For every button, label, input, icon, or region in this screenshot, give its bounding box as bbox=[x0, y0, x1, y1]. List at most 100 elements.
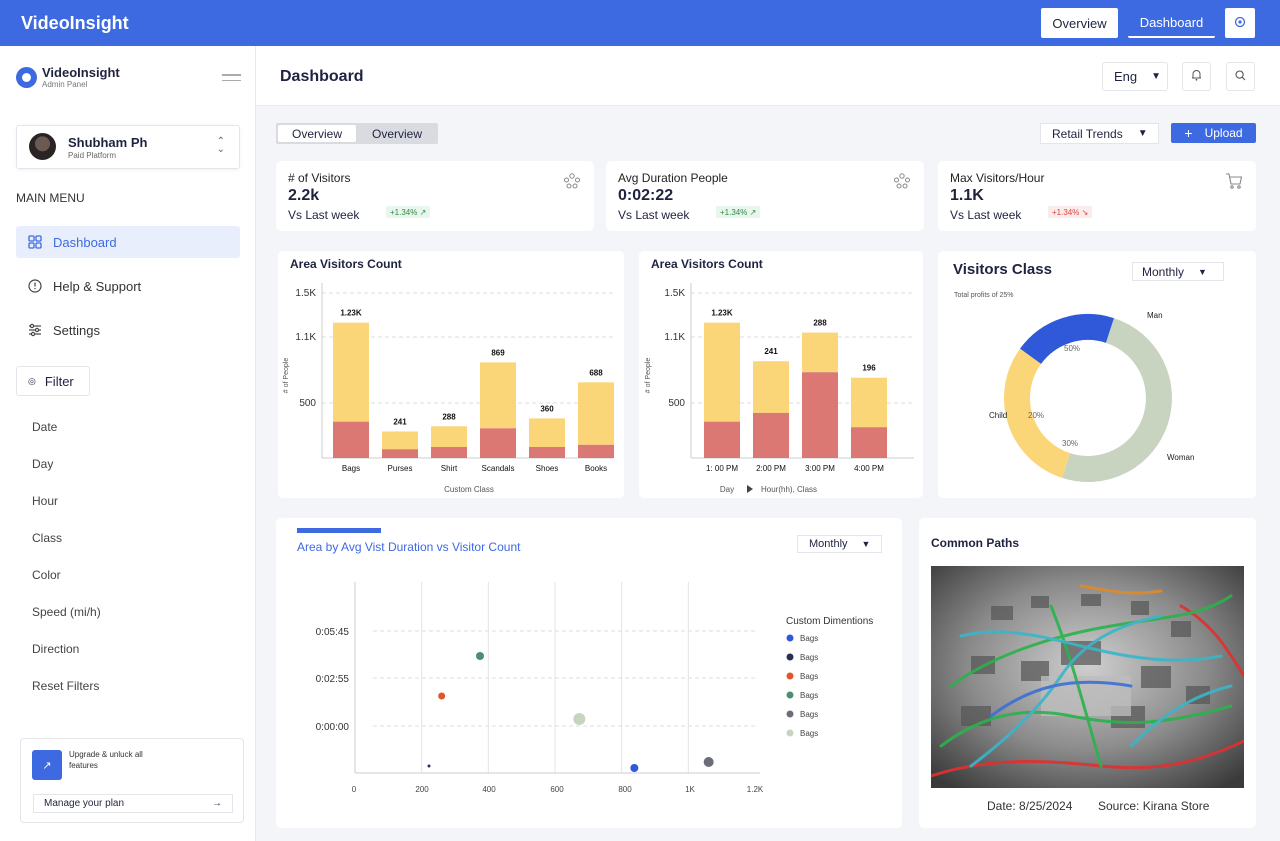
sidebar-item-help[interactable]: Help & Support bbox=[16, 270, 240, 302]
upgrade-text: Upgrade & unluck all features bbox=[69, 750, 143, 770]
legend-label: Bags bbox=[800, 691, 818, 700]
filter-speed[interactable]: Speed (mi/h) bbox=[32, 605, 101, 619]
arrow-right-icon: → bbox=[212, 798, 222, 809]
x-axis-label: Custom Class bbox=[444, 485, 494, 494]
filter-hour[interactable]: Hour bbox=[32, 494, 58, 508]
bar-bottom-segment bbox=[753, 412, 789, 458]
x-tick-label: 0 bbox=[352, 785, 357, 794]
language-value: Eng bbox=[1114, 69, 1138, 84]
target-icon: ◎ bbox=[28, 375, 36, 386]
stat-card-max-visitors: Max Visitors/Hour 1.1K Vs Last week +1.3… bbox=[938, 161, 1256, 231]
bar-bottom-segment bbox=[851, 427, 887, 458]
stat-card-visitors: # of Visitors 2.2k Vs Last week +1.34% ↗ bbox=[276, 161, 594, 231]
legend-swatch bbox=[786, 710, 794, 718]
sidebar-item-settings[interactable]: Settings bbox=[16, 314, 240, 346]
people-icon bbox=[892, 171, 912, 194]
menu-toggle-icon[interactable] bbox=[222, 74, 241, 85]
bar-top-segment bbox=[802, 332, 838, 373]
bar-value-label: 869 bbox=[491, 348, 505, 357]
filter-class[interactable]: Class bbox=[32, 531, 62, 545]
filter-button[interactable]: ◎ Filter bbox=[16, 366, 90, 396]
page-title: Dashboard bbox=[280, 68, 364, 85]
y-tick-label: 500 bbox=[668, 398, 685, 409]
filter-direction[interactable]: Direction bbox=[32, 642, 79, 656]
filter-day[interactable]: Day bbox=[32, 457, 53, 471]
settings-button[interactable] bbox=[1225, 8, 1255, 38]
segment-overview-1[interactable]: Overview bbox=[278, 125, 356, 142]
filter-date[interactable]: Date bbox=[32, 420, 57, 434]
language-select[interactable]: Eng ▼ bbox=[1102, 62, 1168, 91]
upload-button[interactable]: + Upload bbox=[1171, 123, 1256, 143]
visitors-class-card: Visitors Class Monthly ▼ Total profits o… bbox=[938, 251, 1256, 498]
donut-chart-svg: Man 50% Woman 30% Child 20% bbox=[989, 311, 1194, 482]
paths-date: Date: 8/25/2024 bbox=[987, 799, 1073, 813]
bar-value-label: 288 bbox=[442, 412, 456, 421]
x-tick-label: 1.2K bbox=[747, 785, 764, 794]
x-tick-label: 3:00 PM bbox=[805, 464, 835, 473]
bar-chart-2-svg: 1.5K 1.1K 500 1.23K 1: 00 PM 241 2:00 PM 288 3:0… bbox=[645, 283, 914, 494]
main-menu-title: MAIN MENU bbox=[16, 191, 85, 205]
trend-icon: ↗ bbox=[32, 750, 62, 780]
x-tick-label: Shoes bbox=[536, 464, 559, 473]
area-visitors-chart-1: Area Visitors Count 1.5K 1.1K 500 1.23K Bags… bbox=[278, 251, 624, 498]
dashboard-tab[interactable]: Dashboard bbox=[1128, 8, 1215, 38]
donut-percent-label: 50% bbox=[1064, 344, 1080, 353]
segment-overview-2[interactable]: Overview bbox=[358, 125, 436, 142]
caret-down-icon: ▼ bbox=[1137, 128, 1148, 139]
bar-bottom-segment bbox=[431, 447, 467, 458]
x-axis-label-2: Hour(hh), Class bbox=[761, 485, 817, 494]
donut-label: Woman bbox=[1167, 453, 1194, 462]
manage-plan-button[interactable]: Manage your plan → bbox=[33, 794, 233, 813]
area-visitors-chart-2: Area Visitors Count 1.5K 1.1K 500 1.23K 1: 0… bbox=[639, 251, 923, 498]
bar-top-segment bbox=[851, 377, 887, 428]
x-tick-label: 400 bbox=[482, 785, 496, 794]
plus-icon: + bbox=[1184, 125, 1193, 141]
cart-icon bbox=[1224, 171, 1244, 194]
search-button[interactable] bbox=[1226, 62, 1255, 91]
bar-value-label: 1.23K bbox=[340, 309, 362, 318]
x-tick-label: 2:00 PM bbox=[756, 464, 786, 473]
bar-top-segment bbox=[578, 382, 614, 445]
bar-top-segment bbox=[333, 322, 369, 422]
y-tick-label: 1.5K bbox=[664, 288, 685, 299]
bar-value-label: 1.23K bbox=[711, 309, 733, 318]
y-tick-label: 500 bbox=[299, 398, 316, 409]
x-tick-label: Purses bbox=[388, 464, 413, 473]
x-tick-label: 200 bbox=[415, 785, 429, 794]
x-tick-label: Bags bbox=[342, 464, 360, 473]
bar-bottom-segment bbox=[704, 421, 740, 458]
reset-filters-link[interactable]: Reset Filters bbox=[32, 679, 99, 693]
bar-value-label: 241 bbox=[764, 347, 778, 356]
common-paths-title: Common Paths bbox=[931, 536, 1020, 550]
user-plan: Paid Platform bbox=[68, 151, 117, 160]
caret-down-icon: ▼ bbox=[1151, 71, 1162, 82]
y-tick-label: 0:00:00 bbox=[316, 722, 350, 733]
notifications-button[interactable] bbox=[1182, 62, 1211, 91]
chevron-updown-icon: ⌃ ⌄ bbox=[216, 136, 225, 155]
legend-label: Bags bbox=[800, 672, 818, 681]
change-badge: +1.34% ↘ bbox=[1048, 206, 1093, 218]
sliders-icon bbox=[28, 323, 42, 337]
sidebar: VideoInsight Admin Panel Shubham Ph Paid… bbox=[0, 46, 256, 841]
user-switcher[interactable]: Shubham Ph Paid Platform ⌃ ⌄ bbox=[16, 125, 240, 169]
legend-label: Bags bbox=[800, 710, 818, 719]
overview-button[interactable]: Overview bbox=[1041, 8, 1118, 38]
sidebar-item-label: Dashboard bbox=[53, 234, 117, 250]
legend-label: Bags bbox=[800, 634, 818, 643]
x-tick-label: 1K bbox=[685, 785, 695, 794]
logo-subtitle: Admin Panel bbox=[42, 80, 88, 89]
bar-bottom-segment bbox=[480, 428, 516, 458]
info-icon bbox=[28, 279, 42, 293]
retail-trends-select[interactable]: Retail Trends ▼ bbox=[1040, 123, 1159, 144]
legend-swatch bbox=[786, 634, 794, 642]
x-tick-label: Scandals bbox=[482, 464, 515, 473]
bar-top-segment bbox=[529, 418, 565, 447]
legend-label: Bags bbox=[800, 653, 818, 662]
overview-segmented-control: Overview Overview bbox=[276, 123, 438, 144]
sidebar-item-dashboard[interactable]: Dashboard bbox=[16, 226, 240, 258]
filter-color[interactable]: Color bbox=[32, 568, 61, 582]
bar-top-segment bbox=[382, 431, 418, 450]
search-icon bbox=[1235, 69, 1246, 84]
gear-icon bbox=[1234, 16, 1246, 31]
bar-top-segment bbox=[431, 426, 467, 447]
